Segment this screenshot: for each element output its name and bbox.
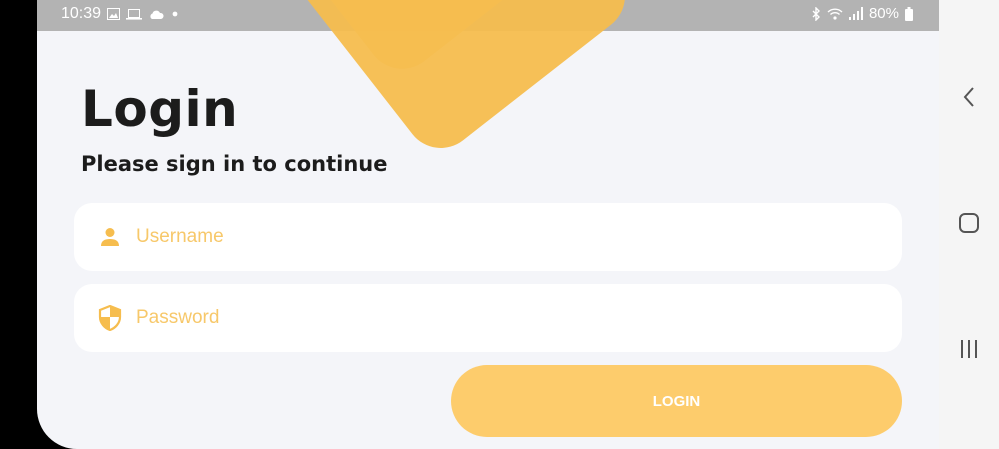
battery-icon bbox=[905, 6, 913, 21]
recents-icon[interactable] bbox=[939, 338, 999, 360]
battery-level: 80% bbox=[868, 5, 899, 22]
login-button[interactable]: LOGIN bbox=[451, 365, 902, 437]
page-subtitle: Please sign in to continue bbox=[81, 152, 388, 176]
decoration-shape-front bbox=[274, 0, 640, 163]
wifi-icon bbox=[827, 7, 843, 20]
username-field[interactable] bbox=[74, 203, 902, 271]
user-icon bbox=[92, 225, 128, 249]
navigation-bar bbox=[939, 0, 999, 449]
bluetooth-icon bbox=[811, 6, 821, 21]
back-icon[interactable] bbox=[939, 86, 999, 108]
cloud-icon bbox=[148, 9, 164, 20]
home-icon[interactable] bbox=[939, 212, 999, 234]
status-right: 80% bbox=[811, 5, 913, 22]
app-screen: 10:39 80% Login Please sign in to contin… bbox=[37, 0, 939, 449]
status-time: 10:39 bbox=[61, 5, 102, 22]
image-icon bbox=[107, 8, 121, 20]
password-field[interactable] bbox=[74, 284, 902, 352]
laptop-icon bbox=[126, 8, 143, 20]
signal-icon bbox=[848, 7, 863, 20]
username-input[interactable] bbox=[134, 225, 838, 249]
shield-icon bbox=[92, 305, 128, 331]
status-left: 10:39 bbox=[61, 5, 180, 23]
password-input[interactable] bbox=[134, 306, 838, 330]
page-title: Login bbox=[81, 80, 239, 138]
dot-icon bbox=[170, 9, 180, 19]
